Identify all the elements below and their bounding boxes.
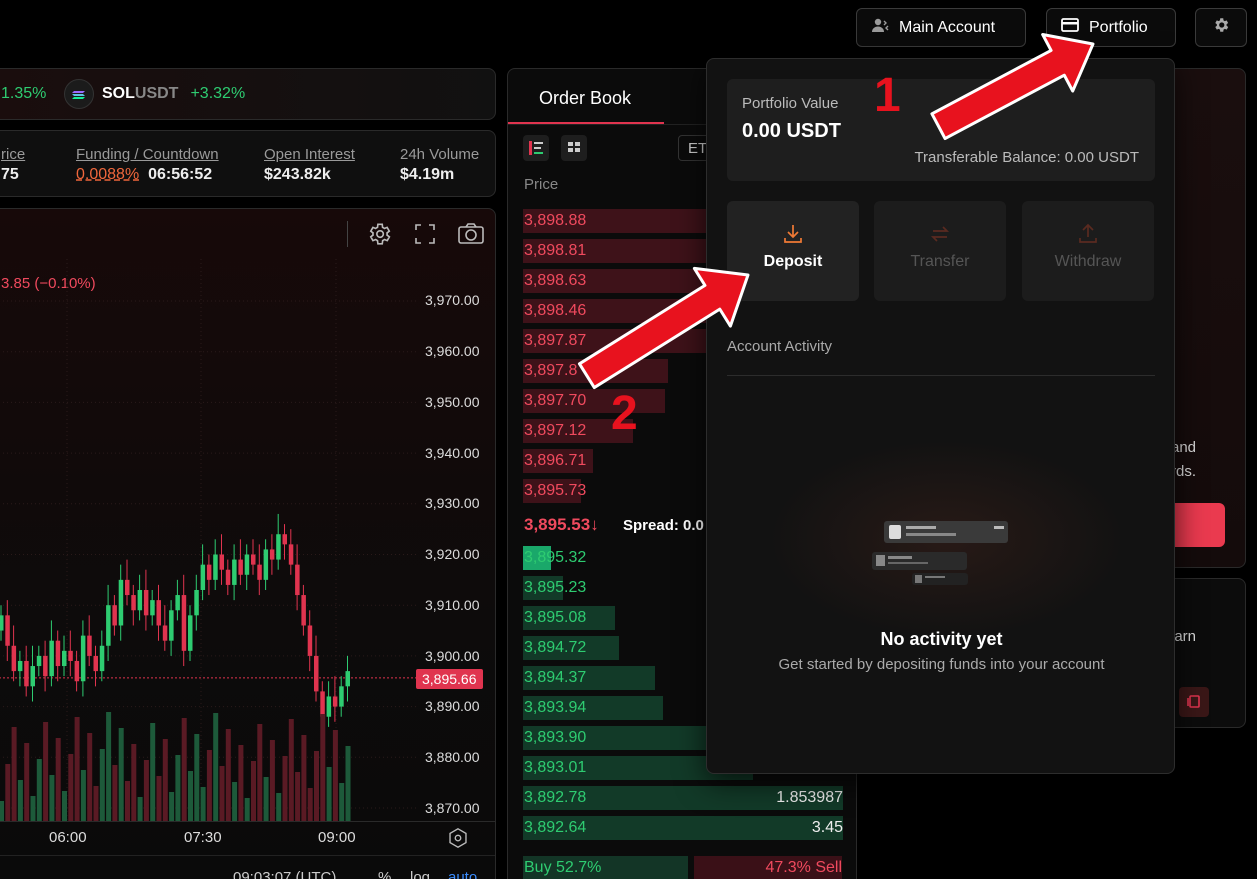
annotation-arrow-2 [577,266,750,390]
annotation-arrow-1 [930,33,1095,141]
annotation-label-2: 2 [611,387,638,440]
annotation-label-1: 1 [874,69,901,122]
